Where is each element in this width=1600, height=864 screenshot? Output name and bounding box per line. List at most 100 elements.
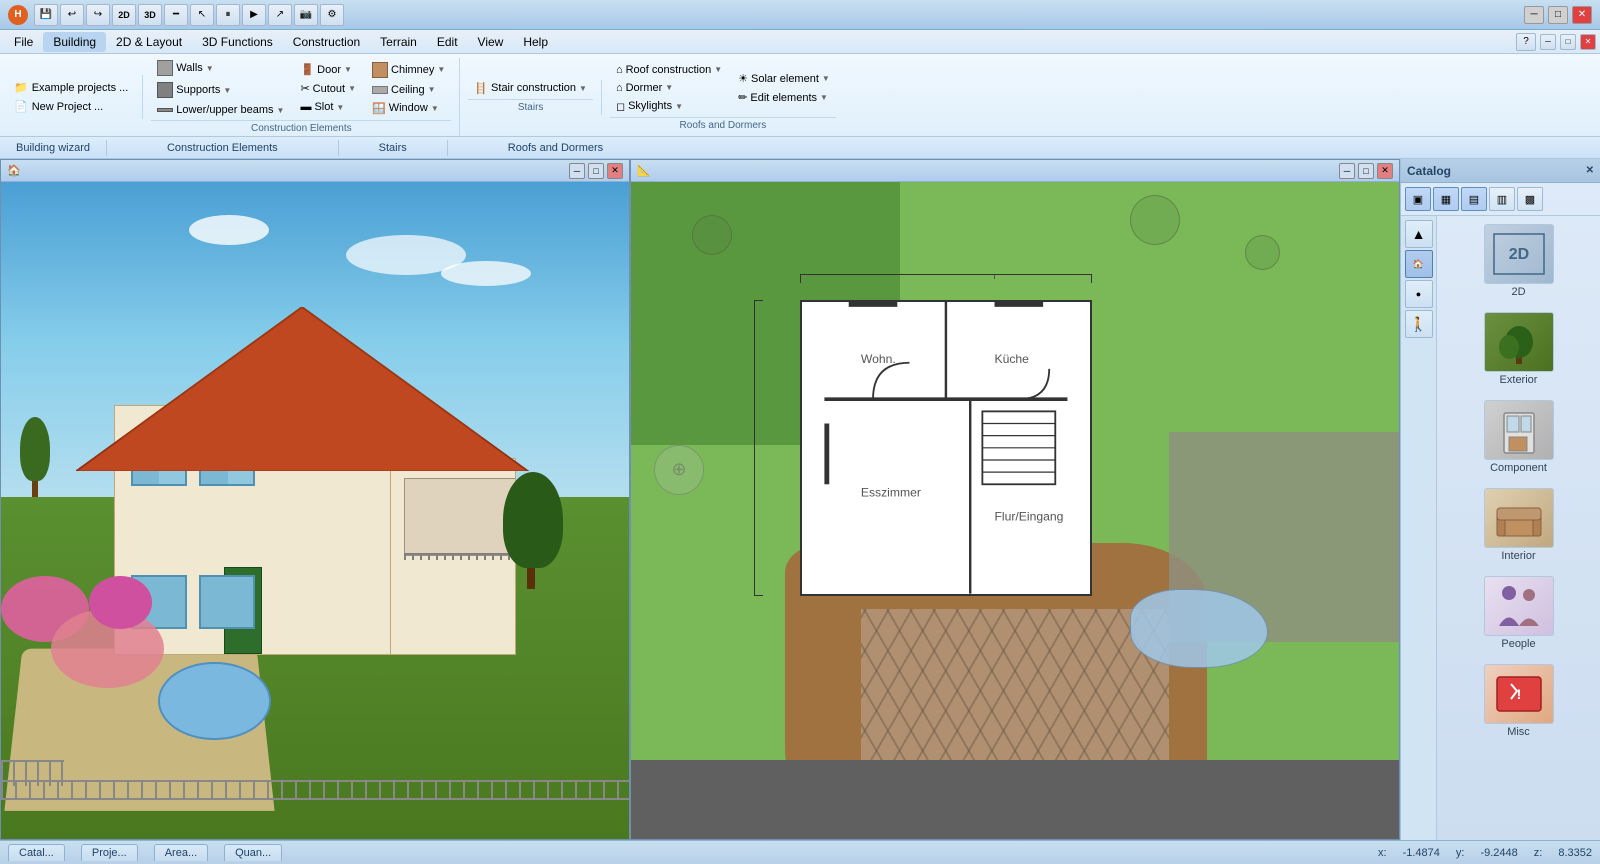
balcony-railing xyxy=(404,553,515,561)
solar-element-button[interactable]: ☀ Solar element ▼ xyxy=(732,70,836,87)
cutout-icon: ✂ xyxy=(300,82,309,95)
chimney-button[interactable]: Chimney ▼ xyxy=(366,60,451,80)
ribbon-tools: 📁 Example projects ... 📄 New Project ...… xyxy=(0,54,1600,136)
stairs-group: 🪜 Stair construction ▼ Stairs xyxy=(460,80,602,115)
toolbar-arrow-btn[interactable]: ↗ xyxy=(268,4,292,26)
toolbar-2d-btn[interactable]: 2D xyxy=(112,4,136,26)
building-plan: Wohn. Esszimmer Küche Flur/Eingang xyxy=(800,300,1092,596)
viewport-2d-maximize[interactable]: □ xyxy=(1358,163,1374,179)
toolbar-camera-btn[interactable]: 📷 xyxy=(294,4,318,26)
toolbar-3d-btn[interactable]: 3D xyxy=(138,4,162,26)
catalog-item-component[interactable]: Component xyxy=(1441,396,1596,478)
edit-elements-button[interactable]: ✏ Edit elements ▼ xyxy=(732,89,836,106)
viewport-3d[interactable]: 🏠 ─ □ ✕ xyxy=(0,159,630,840)
supports-button[interactable]: Supports ▼ xyxy=(151,80,290,100)
menu-building[interactable]: Building xyxy=(43,32,106,52)
toolbar-select-btn[interactable]: ↖ xyxy=(190,4,214,26)
cutout-button[interactable]: ✂ Cutout ▼ xyxy=(294,80,362,97)
status-tab-quantity[interactable]: Quan... xyxy=(224,844,282,861)
walls-button[interactable]: Walls ▼ xyxy=(151,58,290,78)
lower-upper-beams-button[interactable]: Lower/upper beams ▼ xyxy=(151,102,290,118)
catalog-item-interior[interactable]: Interior xyxy=(1441,484,1596,566)
toolbar-save-btn[interactable]: 💾 xyxy=(34,4,58,26)
roofs-dormers-group: ⌂ Roof construction ▼ ⌂ Dormer ▼ ◻ Skyli… xyxy=(602,62,844,133)
minimize-button[interactable]: ─ xyxy=(1524,6,1544,24)
catalog-item-people[interactable]: People xyxy=(1441,572,1596,654)
skylights-arrow: ▼ xyxy=(675,102,683,111)
catalog-item-exterior-label: Exterior xyxy=(1500,374,1538,386)
catalog-nav-dot[interactable]: ● xyxy=(1405,280,1433,308)
ceiling-button[interactable]: Ceiling ▼ xyxy=(366,82,451,98)
catalog-tool-btn-2[interactable]: ▦ xyxy=(1433,187,1459,211)
catalog-nav-person[interactable]: 🚶 xyxy=(1405,310,1433,338)
component-preview-svg xyxy=(1489,405,1549,455)
catalog-close-icon[interactable]: ✕ xyxy=(1586,165,1594,176)
catalog-tool-btn-3[interactable]: ▤ xyxy=(1461,187,1487,211)
menu-restore-btn[interactable]: □ xyxy=(1560,34,1576,50)
catalog-item-component-label: Component xyxy=(1490,462,1547,474)
example-projects-button[interactable]: 📁 Example projects ... xyxy=(8,79,134,96)
tree-circle3 xyxy=(1245,235,1280,270)
catalog-item-2d-img: 2D xyxy=(1484,224,1554,284)
menu-construction[interactable]: Construction xyxy=(283,32,370,52)
menu-3d-functions[interactable]: 3D Functions xyxy=(192,32,283,52)
building-wizard-button[interactable]: Building wizard xyxy=(0,140,107,156)
y-label: y: xyxy=(1456,847,1465,859)
toolbar-extra-btn[interactable]: ⚙ xyxy=(320,4,344,26)
catalog-sidebar: ▲ 🏠 ● 🚶 2D 2D xyxy=(1401,216,1600,840)
viewport-2d-close[interactable]: ✕ xyxy=(1377,163,1393,179)
menu-close-btn[interactable]: ✕ xyxy=(1580,34,1596,50)
skylights-button[interactable]: ◻ Skylights ▼ xyxy=(610,98,728,115)
viewport-3d-minimize[interactable]: ─ xyxy=(569,163,585,179)
catalog-nav-left[interactable]: 🏠 xyxy=(1405,250,1433,278)
walls-arrow: ▼ xyxy=(206,64,214,73)
catalog-item-misc-img: ! xyxy=(1484,664,1554,724)
menu-terrain[interactable]: Terrain xyxy=(370,32,427,52)
dormer-button[interactable]: ⌂ Dormer ▼ xyxy=(610,80,728,96)
catalog-tool-btn-1[interactable]: ▣ xyxy=(1405,187,1431,211)
menu-minimize-btn[interactable]: ─ xyxy=(1540,34,1556,50)
door-button[interactable]: 🚪 Door ▼ xyxy=(294,61,362,78)
menu-file[interactable]: File xyxy=(4,32,43,52)
status-tab-catalog[interactable]: Catal... xyxy=(8,844,65,861)
window-button[interactable]: 🪟 Window ▼ xyxy=(366,100,451,117)
construction-elements-group: Walls ▼ Supports ▼ Lower/upper beams ▼ xyxy=(143,58,460,136)
cutout-arrow: ▼ xyxy=(348,84,356,93)
stair-construction-button[interactable]: 🪜 Stair construction ▼ xyxy=(468,80,593,97)
catalog-item-2d[interactable]: 2D 2D xyxy=(1441,220,1596,302)
status-tab-project[interactable]: Proje... xyxy=(81,844,138,861)
catalog-nav-up[interactable]: ▲ xyxy=(1405,220,1433,248)
solar-arrow: ▼ xyxy=(822,74,830,83)
slot-arrow: ▼ xyxy=(336,103,344,112)
toolbar-redo-btn[interactable]: ↪ xyxy=(86,4,110,26)
toolbar-undo-btn[interactable]: ↩ xyxy=(60,4,84,26)
floorplan-container: Wohn. Esszimmer Küche Flur/Eingang xyxy=(631,182,1399,839)
construction-elements-top: Walls ▼ Supports ▼ Lower/upper beams ▼ xyxy=(151,58,451,118)
catalog-tool-btn-5[interactable]: ▩ xyxy=(1517,187,1543,211)
catalog-item-misc[interactable]: ! Misc xyxy=(1441,660,1596,742)
viewport-3d-icon: 🏠 xyxy=(7,164,21,177)
viewport-2d[interactable]: 📐 ─ □ ✕ xyxy=(630,159,1400,840)
maximize-button[interactable]: □ xyxy=(1548,6,1568,24)
status-tab-area[interactable]: Area... xyxy=(154,844,208,861)
menu-edit[interactable]: Edit xyxy=(427,32,468,52)
menu-view[interactable]: View xyxy=(468,32,514,52)
new-project-button[interactable]: 📄 New Project ... xyxy=(8,98,134,115)
catalog-header: Catalog ✕ xyxy=(1401,159,1600,183)
viewport-2d-minimize[interactable]: ─ xyxy=(1339,163,1355,179)
viewport-3d-maximize[interactable]: □ xyxy=(588,163,604,179)
viewport-3d-close[interactable]: ✕ xyxy=(607,163,623,179)
close-button[interactable]: ✕ xyxy=(1572,6,1592,24)
catalog-tool-btn-4[interactable]: ▥ xyxy=(1489,187,1515,211)
toolbar-play-btn[interactable]: ▶ xyxy=(242,4,266,26)
window-controls: ─ □ ✕ xyxy=(1524,6,1592,24)
slot-button[interactable]: ▬ Slot ▼ xyxy=(294,99,362,115)
help-btn[interactable]: ? xyxy=(1516,33,1536,51)
catalog-item-exterior[interactable]: Exterior xyxy=(1441,308,1596,390)
menu-help[interactable]: Help xyxy=(513,32,558,52)
menu-2d-layout[interactable]: 2D & Layout xyxy=(106,32,192,52)
toolbar-line-btn[interactable]: ━ xyxy=(164,4,188,26)
roof-construction-button[interactable]: ⌂ Roof construction ▼ xyxy=(610,62,728,78)
ribbon-bottom-bar: Building wizard Construction Elements St… xyxy=(0,136,1600,158)
toolbar-pause-btn[interactable]: ⏸ xyxy=(216,4,240,26)
